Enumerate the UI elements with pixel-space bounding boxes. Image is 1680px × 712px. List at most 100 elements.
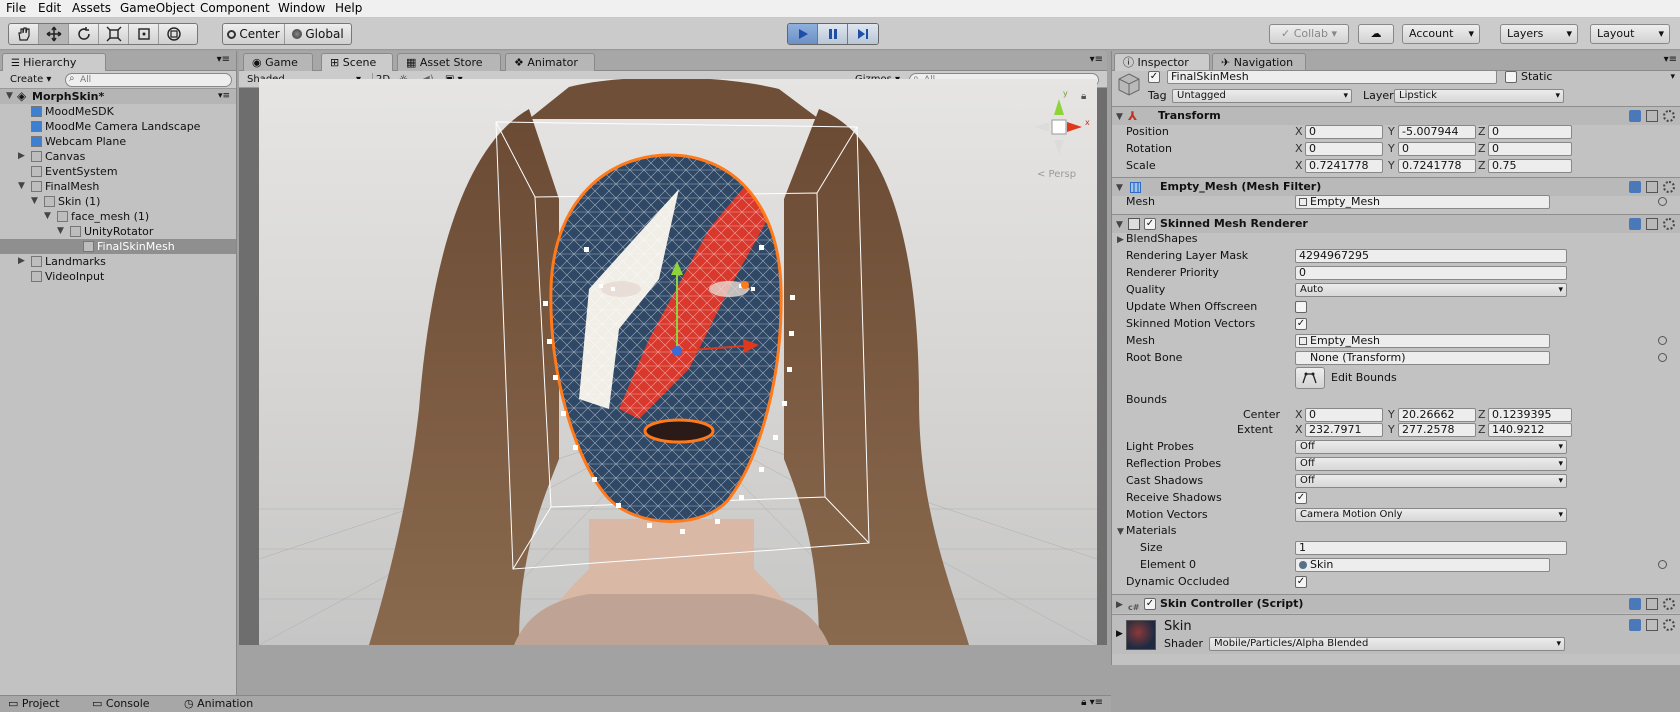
hierarchy-item[interactable]: EventSystem bbox=[0, 164, 236, 179]
expand-arrow-icon[interactable]: ▶ bbox=[18, 149, 25, 164]
static-checkbox[interactable] bbox=[1505, 71, 1517, 83]
hierarchy-search-input[interactable]: All bbox=[65, 73, 232, 87]
tab-hierarchy[interactable]: ☰ Hierarchy bbox=[2, 53, 106, 71]
hierarchy-item[interactable]: ▼ Skin (1) bbox=[0, 194, 236, 209]
help-icon[interactable] bbox=[1629, 218, 1641, 230]
hand-tool-button[interactable] bbox=[9, 24, 39, 44]
quality-dropdown[interactable]: Auto bbox=[1295, 283, 1567, 297]
layers-dropdown[interactable]: Layers ▾ bbox=[1500, 24, 1578, 44]
gear-icon[interactable] bbox=[1663, 181, 1675, 193]
menu-component[interactable]: Component bbox=[200, 1, 270, 15]
bounds-extent-x-field[interactable]: 232.7971 bbox=[1305, 423, 1383, 437]
menu-edit[interactable]: Edit bbox=[38, 1, 61, 15]
rotation-z-field[interactable]: 0 bbox=[1488, 142, 1572, 156]
root-bone-object-field[interactable]: None (Transform) bbox=[1295, 351, 1550, 365]
edit-bounds-button[interactable] bbox=[1295, 367, 1325, 389]
update-when-offscreen-checkbox[interactable] bbox=[1295, 301, 1307, 313]
tab-asset-store[interactable]: ▦ Asset Store bbox=[397, 53, 501, 71]
account-dropdown[interactable]: Account ▾ bbox=[1402, 24, 1480, 44]
position-y-field[interactable]: -5.007944 bbox=[1398, 125, 1476, 139]
presets-icon[interactable] bbox=[1646, 110, 1658, 122]
panel-menu-icon[interactable]: ▾≡ bbox=[1664, 54, 1677, 65]
skinned-enabled-checkbox[interactable]: ✓ bbox=[1144, 218, 1156, 230]
panel-menu-icon[interactable]: 🔒︎ ▾≡ bbox=[1081, 697, 1103, 708]
perspective-label[interactable]: < Persp bbox=[1037, 169, 1076, 180]
shader-dropdown[interactable]: Mobile/Particles/Alpha Blended bbox=[1209, 637, 1565, 651]
skin-controller-header[interactable]: ▶ c# ✓ Skin Controller (Script) bbox=[1112, 594, 1680, 613]
hierarchy-item[interactable]: MoodMeSDK bbox=[0, 104, 236, 119]
tab-scene[interactable]: ⊞ Scene bbox=[321, 53, 393, 71]
help-icon[interactable] bbox=[1629, 181, 1641, 193]
material-element-field[interactable]: Skin bbox=[1295, 558, 1550, 572]
rect-tool-button[interactable] bbox=[129, 24, 159, 44]
scene-viewport[interactable]: y x 🔒︎ < Persp bbox=[259, 79, 1097, 645]
rendering-layer-mask-field[interactable]: 4294967295 bbox=[1295, 249, 1567, 263]
collab-button[interactable]: ✓ Collab ▾ bbox=[1269, 24, 1349, 44]
rotate-tool-button[interactable] bbox=[69, 24, 99, 44]
panel-menu-icon[interactable]: ▾≡ bbox=[1090, 54, 1103, 65]
hierarchy-item[interactable]: MoodMe Camera Landscape bbox=[0, 119, 236, 134]
help-icon[interactable] bbox=[1629, 110, 1641, 122]
hierarchy-item[interactable]: Webcam Plane bbox=[0, 134, 236, 149]
scale-y-field[interactable]: 0.7241778 bbox=[1398, 159, 1476, 173]
scale-x-field[interactable]: 0.7241778 bbox=[1305, 159, 1383, 173]
object-name-field[interactable]: FinalSkinMesh bbox=[1167, 70, 1497, 84]
lock-icon[interactable]: 🔒︎ bbox=[1081, 91, 1086, 102]
expand-arrow-icon[interactable]: ▼ bbox=[6, 89, 13, 104]
scale-z-field[interactable]: 0.75 bbox=[1488, 159, 1572, 173]
tab-console[interactable]: ▭ Console bbox=[92, 697, 150, 710]
bounds-center-y-field[interactable]: 20.26662 bbox=[1398, 408, 1476, 422]
rotation-x-field[interactable]: 0 bbox=[1305, 142, 1383, 156]
bounds-center-z-field[interactable]: 0.1239395 bbox=[1488, 408, 1572, 422]
expand-arrow-icon[interactable]: ▼ bbox=[57, 224, 64, 239]
renderer-priority-field[interactable]: 0 bbox=[1295, 266, 1567, 280]
menu-assets[interactable]: Assets bbox=[72, 1, 111, 15]
expand-arrow-icon[interactable]: ▼ bbox=[18, 179, 25, 194]
bounds-extent-y-field[interactable]: 277.2578 bbox=[1398, 423, 1476, 437]
gear-icon[interactable] bbox=[1663, 218, 1675, 230]
presets-icon[interactable] bbox=[1646, 619, 1658, 631]
expand-arrow-icon[interactable]: ▶ bbox=[1116, 629, 1123, 639]
object-picker-icon[interactable] bbox=[1658, 336, 1667, 345]
position-x-field[interactable]: 0 bbox=[1305, 125, 1383, 139]
move-tool-button[interactable] bbox=[39, 24, 69, 44]
object-picker-icon[interactable] bbox=[1658, 353, 1667, 362]
menu-file[interactable]: File bbox=[6, 1, 26, 15]
scene-root-row[interactable]: ▼ ◈ MorphSkin* ▾≡ bbox=[0, 89, 236, 104]
scale-tool-button[interactable] bbox=[99, 24, 129, 44]
motion-vectors-dropdown[interactable]: Camera Motion Only bbox=[1295, 508, 1567, 522]
hierarchy-item[interactable]: ▼ FinalMesh bbox=[0, 179, 236, 194]
hierarchy-item[interactable]: FinalSkinMesh bbox=[0, 239, 236, 254]
hierarchy-item[interactable]: ▼ face_mesh (1) bbox=[0, 209, 236, 224]
expand-arrow-icon[interactable]: ▶ bbox=[18, 254, 25, 269]
create-dropdown[interactable]: Create ▾ bbox=[10, 73, 51, 87]
tab-animation[interactable]: ◷ Animation bbox=[184, 697, 253, 710]
step-button[interactable] bbox=[848, 24, 878, 44]
menu-gameobject[interactable]: GameObject bbox=[120, 1, 195, 15]
pivot-global-button[interactable]: Global bbox=[285, 24, 351, 44]
mesh-object-field[interactable]: Empty_Mesh bbox=[1295, 334, 1550, 348]
expand-arrow-icon[interactable]: ▶ bbox=[1116, 596, 1123, 614]
tag-dropdown[interactable]: Untagged bbox=[1172, 89, 1352, 103]
chevron-down-icon[interactable]: ▾ bbox=[1670, 69, 1675, 85]
layout-dropdown[interactable]: Layout ▾ bbox=[1590, 24, 1670, 44]
dynamic-occluded-checkbox[interactable]: ✓ bbox=[1295, 576, 1307, 588]
presets-icon[interactable] bbox=[1646, 218, 1658, 230]
pause-button[interactable] bbox=[818, 24, 848, 44]
rotation-y-field[interactable]: 0 bbox=[1398, 142, 1476, 156]
active-checkbox[interactable]: ✓ bbox=[1148, 71, 1160, 83]
transform-tool-button[interactable] bbox=[159, 24, 189, 44]
hierarchy-item[interactable]: ▶ Landmarks bbox=[0, 254, 236, 269]
blendshapes-row[interactable]: ▶ BlendShapes bbox=[1112, 231, 1680, 248]
materials-row[interactable]: ▼ Materials bbox=[1112, 523, 1680, 540]
hierarchy-item[interactable]: ▼ UnityRotator bbox=[0, 224, 236, 239]
gear-icon[interactable] bbox=[1663, 598, 1675, 610]
bounds-center-x-field[interactable]: 0 bbox=[1305, 408, 1383, 422]
receive-shadows-checkbox[interactable]: ✓ bbox=[1295, 492, 1307, 504]
scene-menu-icon[interactable]: ▾≡ bbox=[218, 89, 230, 104]
tab-animator[interactable]: ❖ Animator bbox=[505, 53, 595, 71]
mesh-filter-mesh-field[interactable]: Empty_Mesh bbox=[1295, 195, 1550, 209]
expand-arrow-icon[interactable]: ▼ bbox=[44, 209, 51, 224]
hierarchy-item[interactable]: VideoInput bbox=[0, 269, 236, 284]
panel-menu-icon[interactable]: ▾≡ bbox=[217, 54, 230, 65]
